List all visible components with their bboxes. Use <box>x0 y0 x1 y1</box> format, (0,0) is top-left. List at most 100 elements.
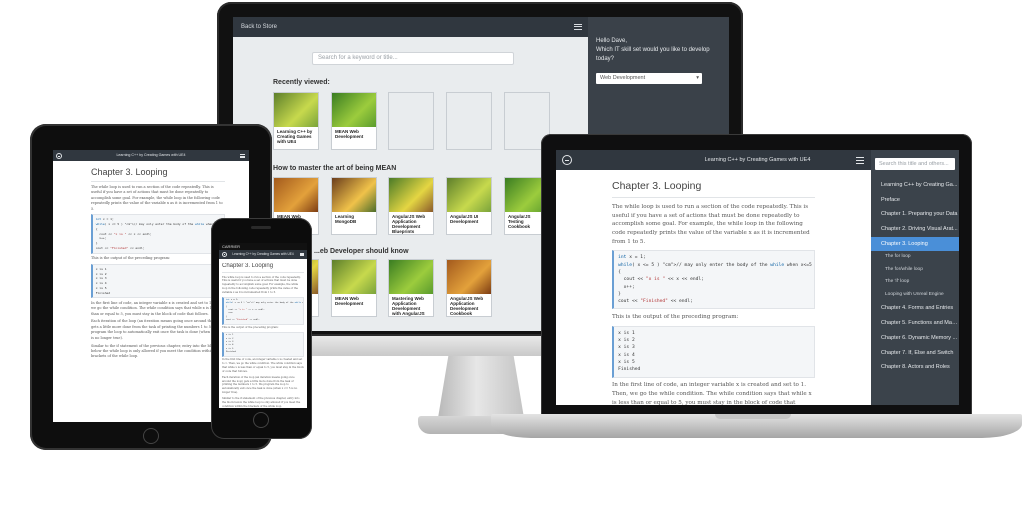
book-title: AngularJS Web Application Development Co… <box>447 293 491 316</box>
code-line: while( x <= 5 ) "cm">// may only enter t… <box>95 222 222 227</box>
tablet-home-button[interactable] <box>143 428 159 444</box>
code-block: int x = 1; while( x <= 5 ) "cm">// may on… <box>222 296 304 325</box>
phone-speaker <box>251 226 271 229</box>
output-block: x is 1x is 2x is 3x is 4x is 5 Finished <box>222 332 304 357</box>
chapter-title: Chapter 3. Looping <box>612 180 702 192</box>
toc-item[interactable]: Chapter 5. Functions and Mac... <box>871 316 959 331</box>
cover-image <box>274 93 318 127</box>
book-title: MEAN Web Development <box>332 126 376 149</box>
toc-item[interactable]: Preface <box>871 193 959 208</box>
book-cover[interactable]: MEAN Web Development <box>331 92 377 150</box>
book-cover[interactable]: Learning C++ by Creating Games with UE4 <box>273 92 319 150</box>
body-paragraph: Similar to the if statement of the previ… <box>222 396 301 408</box>
packt-logo-icon[interactable] <box>56 153 62 159</box>
menu-icon[interactable] <box>574 24 582 30</box>
code-line: cout << "x is " << x << endl; <box>618 277 704 283</box>
title-divider <box>91 180 225 182</box>
code-block: int x = 1; while( x <= 5 ) "cm">// may on… <box>612 250 815 310</box>
body-paragraph: The while loop is used to run a section … <box>91 184 223 211</box>
toc-item[interactable]: Chapter 4. Forms and Entries <box>871 301 959 316</box>
book-title: Mastering Web Application Development wi… <box>389 293 433 316</box>
body-paragraph: Similar to the if statement of the previ… <box>91 343 220 359</box>
book-cover[interactable]: AngularJS Web Application Development Co… <box>446 259 492 317</box>
menu-icon[interactable] <box>300 253 304 256</box>
skill-question: Which IT skill set would you like to dev… <box>596 47 710 62</box>
menu-icon[interactable] <box>856 157 864 164</box>
table-of-contents: Search this title and others... Learning … <box>871 150 959 405</box>
code-line: x is 2 <box>618 338 635 344</box>
cover-image <box>447 178 491 212</box>
greeting-text: Hello Dave, <box>596 38 628 44</box>
toc-item[interactable]: Learning C++ by Creating Ga... <box>871 178 959 193</box>
code-line: cout << "Finished" << endl; <box>95 246 145 251</box>
toc-search-input[interactable]: Search this title and others... <box>875 158 955 170</box>
body-paragraph: In the first line of code, an integer va… <box>612 382 812 405</box>
cover-image <box>389 260 433 294</box>
book-cover[interactable]: AngularJS Web Application Development Bl… <box>388 177 434 235</box>
code-line: Finished <box>618 367 641 373</box>
book-slot-empty[interactable] <box>388 92 434 150</box>
cover-image <box>332 93 376 127</box>
toc-item[interactable]: Chapter 1. Preparing your Data <box>871 207 959 222</box>
phone-screen: CARRIER Learning C++ by Creating Games w… <box>219 243 307 408</box>
toc-item[interactable]: Chapter 7. If, Else and Switch <box>871 346 959 361</box>
toc-item[interactable]: The for/while loop <box>871 264 959 277</box>
packt-logo-icon[interactable] <box>222 252 227 257</box>
menu-icon[interactable] <box>240 154 245 158</box>
body-paragraph: This is the output of the preceding prog… <box>612 314 739 321</box>
toc-item[interactable]: Looping with Unreal Engine <box>871 289 959 302</box>
code-line: while( x <= 5 ) "cm">// may only enter t… <box>618 262 812 268</box>
body-paragraph: This is the output of the preceding prog… <box>222 326 279 330</box>
packt-logo-icon[interactable] <box>562 155 572 165</box>
code-line: Finished <box>225 351 236 354</box>
toc-item[interactable]: The 'if' loop <box>871 276 959 289</box>
cover-image <box>332 260 376 294</box>
book-cover[interactable]: AngularJS UI Development <box>446 177 492 235</box>
code-line: while( x <= 5 ) "cm">// may only enter t… <box>225 302 303 305</box>
output-block: x is 1x is 2x is 3x is 4x is 5 Finished <box>91 263 225 299</box>
back-to-store-link[interactable]: Back to Store <box>241 24 277 30</box>
book-cover[interactable]: Mastering Web Application Development wi… <box>388 259 434 317</box>
toc-item[interactable]: The for loop <box>871 251 959 264</box>
body-paragraph: The while loop is used to run a section … <box>612 204 810 245</box>
book-title: AngularJS Web Application Development Bl… <box>389 211 433 234</box>
code-line: x is 4 <box>618 352 635 358</box>
code-block: int x = 1; while( x <= 5 ) "cm">// may on… <box>91 214 225 254</box>
code-line: Finished <box>95 290 111 295</box>
chapter-title: Chapter 3. Looping <box>91 167 168 177</box>
body-paragraph: In the first line of code, an integer va… <box>222 358 304 374</box>
body-paragraph: Each iteration of the loop (an iteration… <box>222 375 298 395</box>
book-title: Learning MongoDB <box>332 211 376 234</box>
toc-item[interactable]: Chapter 2. Driving Visual Arat... <box>871 222 959 237</box>
book-slot-empty[interactable] <box>446 92 492 150</box>
section-heading: Recently viewed: <box>273 79 330 86</box>
reader-content: Chapter 3. Looping The while loop is used… <box>612 180 815 405</box>
reader-content: Chapter 3. Looping The while loop is used… <box>222 263 304 408</box>
store-search-input[interactable]: Search for a keyword or title... <box>312 52 514 65</box>
reader-content: Chapter 3. Looping The while loop is used… <box>91 167 225 422</box>
body-paragraph: Each iteration of the loop (an iteration… <box>91 319 224 340</box>
toc-item-active[interactable]: Chapter 3. Looping <box>871 236 959 252</box>
phone-home-button[interactable] <box>253 412 269 428</box>
reader-top-bar: Learning C++ by Creating Games with UE4 <box>53 150 249 161</box>
reader-book-title: Learning C++ by Creating Games with UE4 <box>704 157 811 163</box>
toc-item[interactable]: Chapter 6. Dynamic Memory ... <box>871 331 959 346</box>
reader-top-bar: Learning C++ by Creating Games with UE4 <box>219 250 307 259</box>
toc-item[interactable]: Chapter 8. Actors and Roles <box>871 360 959 375</box>
reader-book-title: Learning C++ by Creating Games with UE4 <box>232 252 294 256</box>
code-line: { <box>618 269 621 275</box>
book-cover[interactable]: MEAN Web Development <box>331 259 377 317</box>
section-heading: ...eb Developer should know <box>314 248 409 255</box>
book-cover[interactable]: Learning MongoDB <box>331 177 377 235</box>
body-paragraph: The while loop is used to run a section … <box>222 275 301 295</box>
carrier-label: CARRIER <box>222 244 241 249</box>
skill-select[interactable]: Web Development <box>596 73 702 84</box>
body-paragraph: This is the output of the preceding prog… <box>91 256 171 261</box>
code-line: x is 3 <box>618 345 635 351</box>
code-line: x++; <box>618 284 635 290</box>
cover-image <box>332 178 376 212</box>
title-divider <box>222 272 304 274</box>
book-title: AngularJS UI Development <box>447 211 491 234</box>
phone-status-bar: CARRIER <box>219 243 307 250</box>
title-divider <box>612 197 815 199</box>
